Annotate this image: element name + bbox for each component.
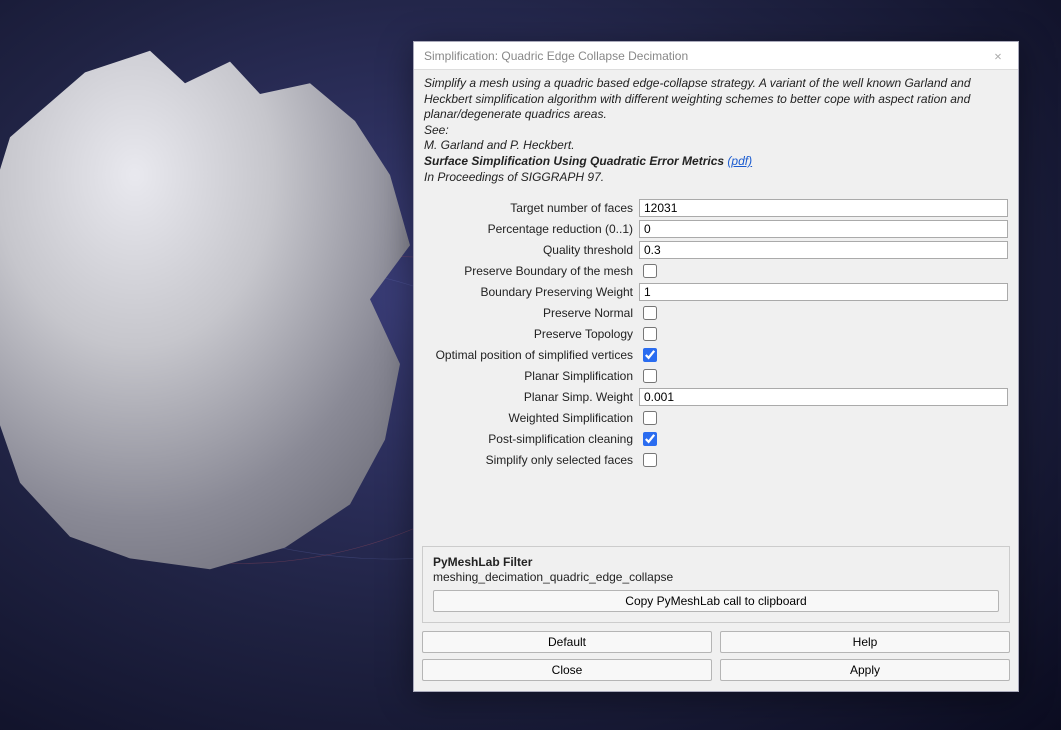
checkbox-selected-only[interactable]: [643, 453, 657, 467]
input-percent-reduction[interactable]: [639, 220, 1008, 238]
label-post-cleaning: Post-simplification cleaning: [424, 432, 639, 446]
proceedings-line: In Proceedings of SIGGRAPH 97.: [424, 170, 1008, 186]
label-weighted-simplification: Weighted Simplification: [424, 411, 639, 425]
checkbox-optimal-position[interactable]: [643, 348, 657, 362]
label-preserve-normal: Preserve Normal: [424, 306, 639, 320]
input-boundary-weight[interactable]: [639, 283, 1008, 301]
label-preserve-topology: Preserve Topology: [424, 327, 639, 341]
pymeshlab-filter-name: meshing_decimation_quadric_edge_collapse: [433, 570, 999, 584]
label-planar-simplification: Planar Simplification: [424, 369, 639, 383]
checkbox-weighted-simplification[interactable]: [643, 411, 657, 425]
checkbox-preserve-boundary[interactable]: [643, 264, 657, 278]
pdf-link[interactable]: (pdf): [727, 154, 752, 168]
input-planar-weight[interactable]: [639, 388, 1008, 406]
description-line-1: Simplify a mesh using a quadric based ed…: [424, 76, 1008, 123]
dialog-description: Simplify a mesh using a quadric based ed…: [414, 70, 1018, 193]
label-planar-weight: Planar Simp. Weight: [424, 390, 639, 404]
checkbox-planar-simplification[interactable]: [643, 369, 657, 383]
dialog-title: Simplification: Quadric Edge Collapse De…: [424, 49, 688, 63]
close-icon[interactable]: ✕: [984, 46, 1012, 66]
label-optimal-position: Optimal position of simplified vertices: [424, 348, 639, 362]
description-authors: M. Garland and P. Heckbert.: [424, 138, 1008, 154]
label-boundary-weight: Boundary Preserving Weight: [424, 285, 639, 299]
help-button[interactable]: Help: [720, 631, 1010, 653]
label-target-faces: Target number of faces: [424, 201, 639, 215]
close-button[interactable]: Close: [422, 659, 712, 681]
input-quality-threshold[interactable]: [639, 241, 1008, 259]
apply-button[interactable]: Apply: [720, 659, 1010, 681]
input-target-faces[interactable]: [639, 199, 1008, 217]
copy-pymeshlab-button[interactable]: Copy PyMeshLab call to clipboard: [433, 590, 999, 612]
label-preserve-boundary: Preserve Boundary of the mesh: [424, 264, 639, 278]
label-selected-only: Simplify only selected faces: [424, 453, 639, 467]
label-quality-threshold: Quality threshold: [424, 243, 639, 257]
pymeshlab-panel: PyMeshLab Filter meshing_decimation_quad…: [422, 546, 1010, 623]
simplification-dialog: Simplification: Quadric Edge Collapse De…: [413, 41, 1019, 692]
filter-form: Target number of faces Percentage reduct…: [414, 193, 1018, 538]
pymeshlab-heading: PyMeshLab Filter: [433, 555, 999, 569]
checkbox-post-cleaning[interactable]: [643, 432, 657, 446]
checkbox-preserve-topology[interactable]: [643, 327, 657, 341]
label-percent-reduction: Percentage reduction (0..1): [424, 222, 639, 236]
paper-title: Surface Simplification Using Quadratic E…: [424, 154, 724, 168]
checkbox-preserve-normal[interactable]: [643, 306, 657, 320]
dialog-button-row: Default Help Close Apply: [414, 631, 1018, 691]
dialog-titlebar[interactable]: Simplification: Quadric Edge Collapse De…: [414, 42, 1018, 70]
default-button[interactable]: Default: [422, 631, 712, 653]
description-see: See:: [424, 123, 1008, 139]
